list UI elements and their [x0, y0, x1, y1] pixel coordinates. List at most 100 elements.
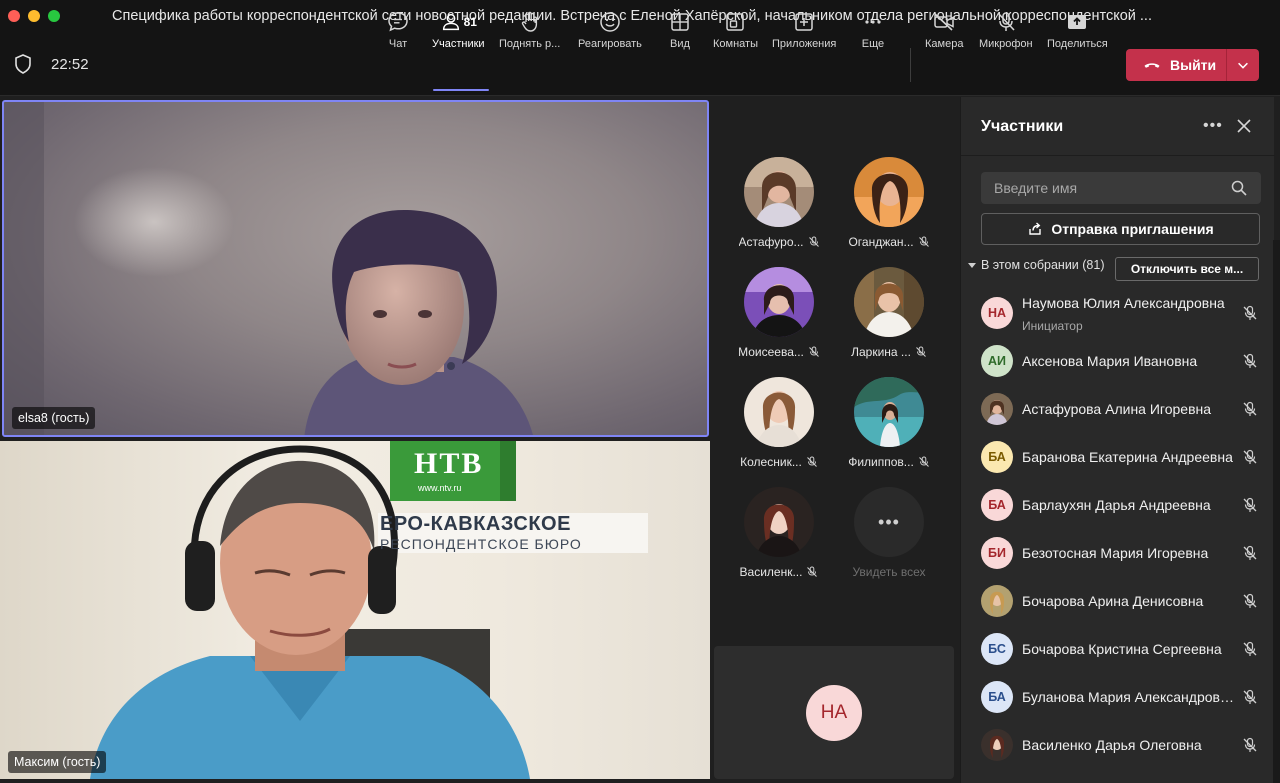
- participants-active-indicator: [433, 89, 489, 91]
- add-app-icon: [795, 13, 813, 31]
- gallery-tile[interactable]: Филиппов...: [834, 377, 944, 487]
- more-label: Еще: [861, 38, 885, 50]
- window-controls: [8, 10, 60, 22]
- tile-footer: Василенк...: [729, 565, 829, 579]
- gallery-tile[interactable]: Ларкина ...: [834, 267, 944, 377]
- leave-meeting-control: Выйти: [1126, 49, 1259, 81]
- backdrop-url: www.ntv.ru: [418, 483, 462, 493]
- participant-gallery: Астафуро... Оганджан... Моисеева... Ларк…: [714, 97, 958, 642]
- participant-row[interactable]: БА Барлаухян Дарья Андреевна: [961, 481, 1275, 529]
- people-icon: [442, 13, 459, 31]
- panel-divider: [961, 155, 1275, 156]
- participant-name: Барлаухян Дарья Андреевна: [1022, 497, 1211, 513]
- leave-options-button[interactable]: [1227, 49, 1259, 81]
- tile-name: Моисеева...: [738, 345, 804, 359]
- avatar: [854, 267, 924, 337]
- avatar: [854, 157, 924, 227]
- raise-hand-label: Поднять р...: [499, 38, 561, 50]
- participant-row[interactable]: АИ Аксенова Мария Ивановна: [961, 337, 1275, 385]
- share-button[interactable]: Поделиться: [1047, 10, 1108, 58]
- leave-button[interactable]: Выйти: [1126, 49, 1226, 81]
- apps-button[interactable]: Приложения: [772, 10, 836, 58]
- tile-name: Оганджан...: [848, 235, 914, 249]
- mute-all-button[interactable]: Отключить все м...: [1115, 257, 1259, 281]
- participant-row[interactable]: НА Наумова Юлия Александровна Инициатор: [961, 289, 1275, 337]
- gallery-tile[interactable]: Василенк...: [724, 487, 834, 597]
- self-video-tile[interactable]: НА: [714, 646, 954, 779]
- avatar: НА: [981, 297, 1013, 329]
- mic-button[interactable]: Микрофон: [979, 10, 1033, 58]
- chat-icon: [388, 12, 408, 32]
- mic-off-icon: [1243, 305, 1257, 320]
- raise-hand-button[interactable]: Поднять р...: [499, 10, 560, 58]
- close-icon[interactable]: [1237, 119, 1251, 133]
- mic-off-icon: [1243, 497, 1257, 512]
- mic-off-icon: [916, 346, 926, 357]
- in-meeting-section-header[interactable]: В этом собрании (81): [967, 258, 1105, 272]
- minimize-window-button[interactable]: [28, 10, 40, 22]
- gallery-tile[interactable]: Колесник...: [724, 377, 834, 487]
- gallery-tile[interactable]: Астафуро...: [724, 157, 834, 267]
- mic-off-icon: [1243, 545, 1257, 560]
- participant-name: Наумова Юлия Александровна: [1022, 295, 1225, 311]
- participant-name: Бочарова Кристина Сергеевна: [1022, 641, 1222, 657]
- see-all-label: Увидеть всех: [852, 565, 926, 579]
- in-meeting-section-label: В этом собрании (81): [981, 258, 1105, 272]
- view-button[interactable]: Вид: [668, 10, 692, 58]
- participant-row[interactable]: БИ Безотосная Мария Игоревна: [961, 529, 1275, 577]
- avatar: НА: [806, 684, 862, 741]
- tile-footer: Моисеева...: [729, 345, 829, 359]
- mic-off-icon: [809, 346, 819, 357]
- avatar: [744, 157, 814, 227]
- mic-off-icon: [1243, 401, 1257, 416]
- avatar: [744, 487, 814, 557]
- mic-off-icon: [1243, 737, 1257, 752]
- see-all-button[interactable]: ••• Увидеть всех: [834, 487, 944, 597]
- avatar: БА: [981, 489, 1013, 521]
- camera-label: Камера: [925, 38, 964, 50]
- participant-row[interactable]: Бочарова Арина Денисовна: [961, 577, 1275, 625]
- shield-icon[interactable]: [14, 54, 32, 74]
- participants-button[interactable]: 81 Участники: [432, 10, 485, 58]
- avatar: БА: [981, 681, 1013, 713]
- participants-label: Участники: [432, 38, 485, 50]
- avatar: [744, 267, 814, 337]
- participant-row[interactable]: БА Буланова Мария Александровна: [961, 673, 1275, 721]
- video-tile-speaker[interactable]: elsa8 (гость): [2, 100, 709, 437]
- chat-label: Чат: [388, 38, 408, 50]
- mic-off-icon: [1243, 449, 1257, 464]
- camera-button[interactable]: Камера: [925, 10, 963, 58]
- hang-up-icon: [1144, 63, 1160, 68]
- gallery-tile[interactable]: Оганджан...: [834, 157, 944, 267]
- participant-row[interactable]: Василенко Дарья Олеговна: [961, 721, 1275, 769]
- more-dots-icon: [865, 20, 881, 24]
- chat-button[interactable]: Чат: [386, 10, 410, 58]
- participant-row[interactable]: Астафурова Алина Игоревна: [961, 385, 1275, 433]
- tile-footer: Астафуро...: [729, 235, 829, 249]
- scrollbar-track[interactable]: [1273, 240, 1280, 783]
- rooms-label: Комнаты: [713, 38, 758, 50]
- caret-down-icon: [968, 263, 976, 268]
- grid-icon: [671, 13, 689, 31]
- panel-more-options-icon[interactable]: •••: [1203, 117, 1223, 135]
- close-window-button[interactable]: [8, 10, 20, 22]
- video-tile-second[interactable]: НТВ www.ntv.ru ЕРО-КАВКАЗСКОЕ РЕСПОНДЕНТ…: [0, 441, 710, 779]
- avatar: [744, 377, 814, 447]
- mic-off-icon: [806, 456, 817, 467]
- react-button[interactable]: Реагировать: [578, 10, 642, 58]
- send-invite-button[interactable]: Отправка приглашения: [981, 213, 1260, 245]
- share-screen-icon: [1068, 15, 1087, 29]
- search-input[interactable]: [981, 172, 1261, 204]
- participants-count: 81: [463, 15, 477, 29]
- participant-name-tag: Максим (гость): [8, 751, 107, 773]
- rooms-button[interactable]: Комнаты: [713, 10, 758, 58]
- participant-row[interactable]: БА Баранова Екатерина Андреевна: [961, 433, 1275, 481]
- tile-footer: Ларкина ...: [839, 345, 939, 359]
- more-button[interactable]: Еще: [861, 10, 885, 58]
- participant-name: Баранова Екатерина Андреевна: [1022, 449, 1233, 465]
- gallery-tile[interactable]: Моисеева...: [724, 267, 834, 377]
- participant-row[interactable]: БС Бочарова Кристина Сергеевна: [961, 625, 1275, 673]
- zoom-window-button[interactable]: [48, 10, 60, 22]
- more-dots-icon: •••: [854, 487, 924, 557]
- leave-label: Выйти: [1170, 57, 1217, 73]
